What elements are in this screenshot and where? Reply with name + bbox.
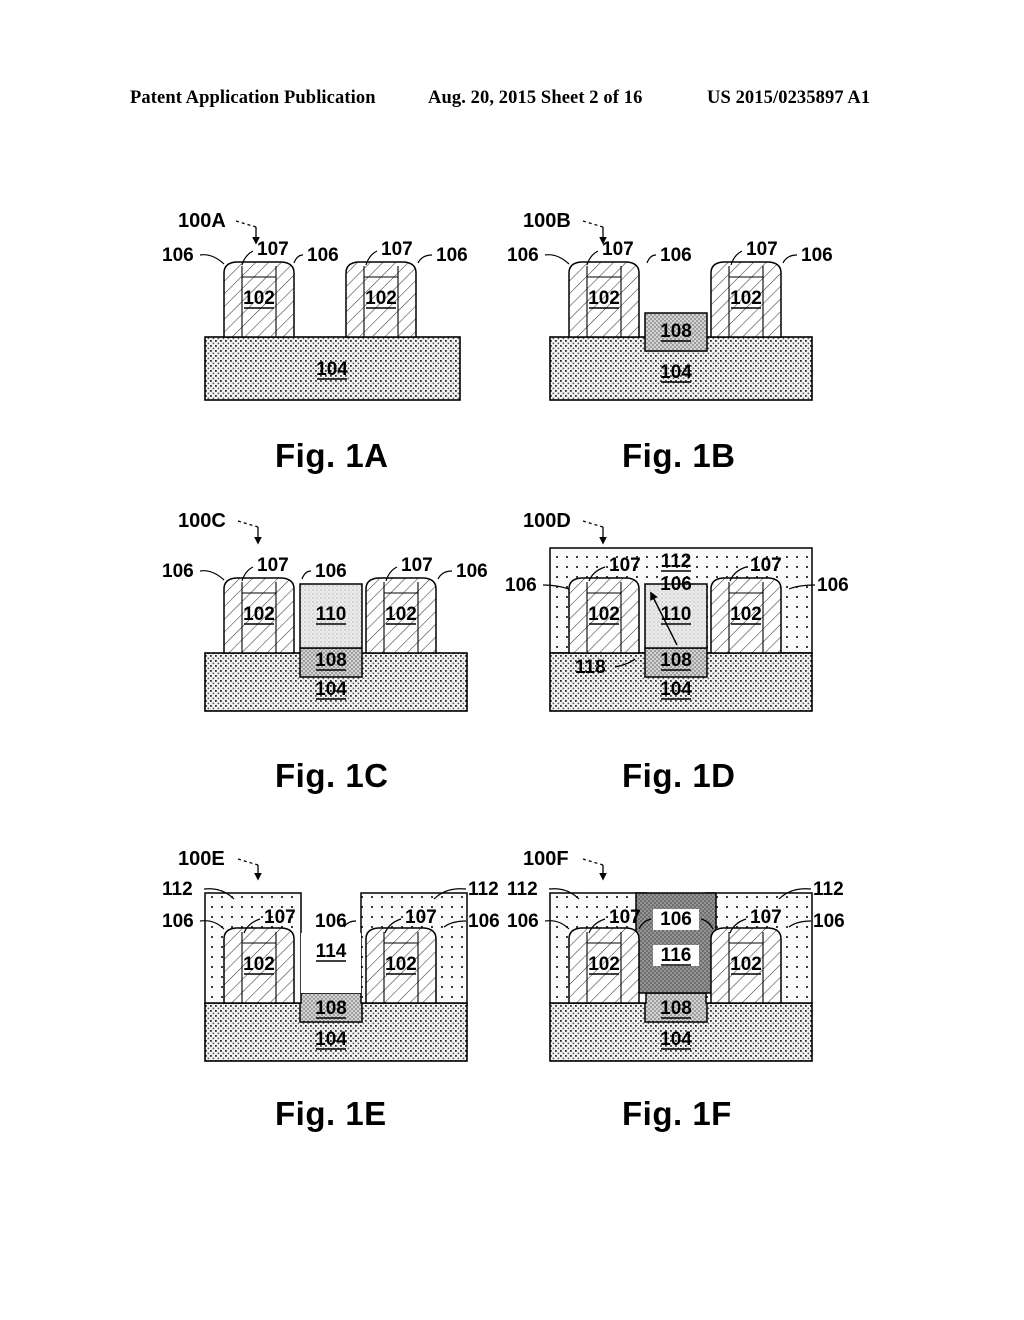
callout-106-a: 106 — [162, 245, 194, 266]
figure-1d: 102 110 102 108 104 112 106 100D 106 107… — [505, 505, 860, 720]
figure-1c: 102 110 102 108 104 100C 106 107 106 107… — [160, 505, 515, 720]
callout-106-b: 106 — [307, 245, 339, 266]
structure-id-100a: 100A — [178, 210, 260, 245]
callout-107-b: 107 — [750, 555, 782, 576]
structure-id-100b: 100B — [523, 210, 607, 245]
callout-107-a: 107 — [264, 907, 296, 928]
callout-118: 118 — [575, 657, 606, 678]
callout-106-c: 106 — [468, 911, 500, 932]
callout-107-a: 107 — [257, 555, 289, 576]
caption-fig-1e: Fig. 1E — [275, 1095, 387, 1132]
label-108: 108 — [315, 650, 347, 671]
callout-112-left: 112 — [162, 879, 193, 900]
callout-106-right: 106 — [817, 575, 849, 596]
structure-id-text: 100C — [178, 510, 226, 532]
label-102-left: 102 — [588, 288, 620, 309]
label-108: 108 — [660, 998, 692, 1019]
callout-107-b: 107 — [405, 907, 437, 928]
callout-106-b: 106 — [315, 911, 347, 932]
gate-fill-116 — [635, 892, 717, 994]
figure-1e: 102 114 102 108 104 100E 112 106 107 106… — [160, 845, 515, 1075]
label-110: 110 — [316, 604, 347, 625]
structure-id-text: 100F — [523, 848, 569, 870]
callouts: 106 107 106 107 106 — [507, 239, 833, 266]
caption-fig-1c: Fig. 1C — [275, 757, 389, 794]
callout-107-a: 107 — [609, 907, 641, 928]
callout-107-b: 107 — [750, 907, 782, 928]
caption-fig-1f: Fig. 1F — [622, 1095, 732, 1132]
callout-106-c: 106 — [436, 245, 468, 266]
label-114: 114 — [316, 941, 347, 962]
figure-1a: 102 102 104 100A 106 107 106 107 106 — [160, 205, 510, 420]
callout-106-b: 106 — [315, 561, 347, 582]
caption-fig-1b: Fig. 1B — [622, 437, 736, 474]
header-patent-number: US 2015/0235897 A1 — [707, 88, 871, 108]
caption-fig-1a: Fig. 1A — [275, 437, 389, 474]
structure-id-100f: 100F — [523, 848, 607, 881]
callout-107-a: 107 — [257, 239, 289, 260]
label-104: 104 — [316, 359, 348, 380]
label-102-left: 102 — [588, 604, 620, 625]
callout-106-left: 106 — [505, 575, 537, 596]
callout-112-left: 112 — [507, 879, 538, 900]
callout-107-a: 107 — [609, 555, 641, 576]
label-102-right: 102 — [365, 288, 397, 309]
label-104: 104 — [315, 679, 347, 700]
callouts: 106 107 106 107 106 — [162, 555, 488, 582]
callout-107-a: 107 — [602, 239, 634, 260]
label-104: 104 — [660, 362, 692, 383]
callouts: 106 107 106 107 106 — [162, 239, 468, 266]
label-104: 104 — [660, 1029, 692, 1050]
label-102-left: 102 — [243, 954, 275, 975]
callout-112-top: 112 — [661, 551, 692, 572]
structure-id-100c: 100C — [178, 510, 262, 545]
label-102-left: 102 — [243, 604, 275, 625]
callout-106-top: 106 — [660, 574, 692, 595]
callout-106-a: 106 — [507, 911, 539, 932]
callout-106-a: 106 — [162, 911, 194, 932]
structure-id-text: 100E — [178, 848, 225, 870]
callout-106-c: 106 — [801, 245, 833, 266]
callout-107-b: 107 — [746, 239, 778, 260]
label-108: 108 — [660, 321, 692, 342]
callout-112-right: 112 — [468, 879, 499, 900]
label-102-right: 102 — [385, 604, 417, 625]
callout-106-center-text: 106 — [660, 909, 692, 930]
label-102-right: 102 — [730, 604, 762, 625]
callout-107-b: 107 — [381, 239, 413, 260]
figure-1f: 102 116 102 108 104 106 100F 112 106 107… — [505, 845, 860, 1075]
caption-fig-1d: Fig. 1D — [622, 757, 736, 794]
label-108: 108 — [660, 650, 692, 671]
callout-107-b: 107 — [401, 555, 433, 576]
callout-106-a: 106 — [507, 245, 539, 266]
structure-id-100e: 100E — [178, 848, 262, 881]
structure-id-text: 100A — [178, 210, 226, 232]
structure-id-text: 100B — [523, 210, 571, 232]
label-102-left: 102 — [588, 954, 620, 975]
label-102-right: 102 — [730, 954, 762, 975]
callout-106-c: 106 — [813, 911, 845, 932]
callout-106-a: 106 — [162, 561, 194, 582]
structure-id-text: 100D — [523, 510, 571, 532]
callout-106-b: 106 — [660, 245, 692, 266]
label-108: 108 — [315, 998, 347, 1019]
label-102-right: 102 — [730, 288, 762, 309]
header-publication: Patent Application Publication — [130, 88, 376, 108]
label-102-left: 102 — [243, 288, 275, 309]
label-104: 104 — [660, 679, 692, 700]
figure-1b: 102 102 108 104 100B 106 107 106 107 106 — [505, 205, 860, 420]
page-header: Patent Application Publication Aug. 20, … — [0, 88, 1024, 114]
callout-106-c: 106 — [456, 561, 488, 582]
label-116: 116 — [661, 945, 692, 966]
label-102-right: 102 — [385, 954, 417, 975]
header-date-sheet: Aug. 20, 2015 Sheet 2 of 16 — [428, 88, 643, 108]
callout-112-right: 112 — [813, 879, 844, 900]
label-104: 104 — [315, 1029, 347, 1050]
structure-id-100d: 100D — [523, 510, 607, 545]
